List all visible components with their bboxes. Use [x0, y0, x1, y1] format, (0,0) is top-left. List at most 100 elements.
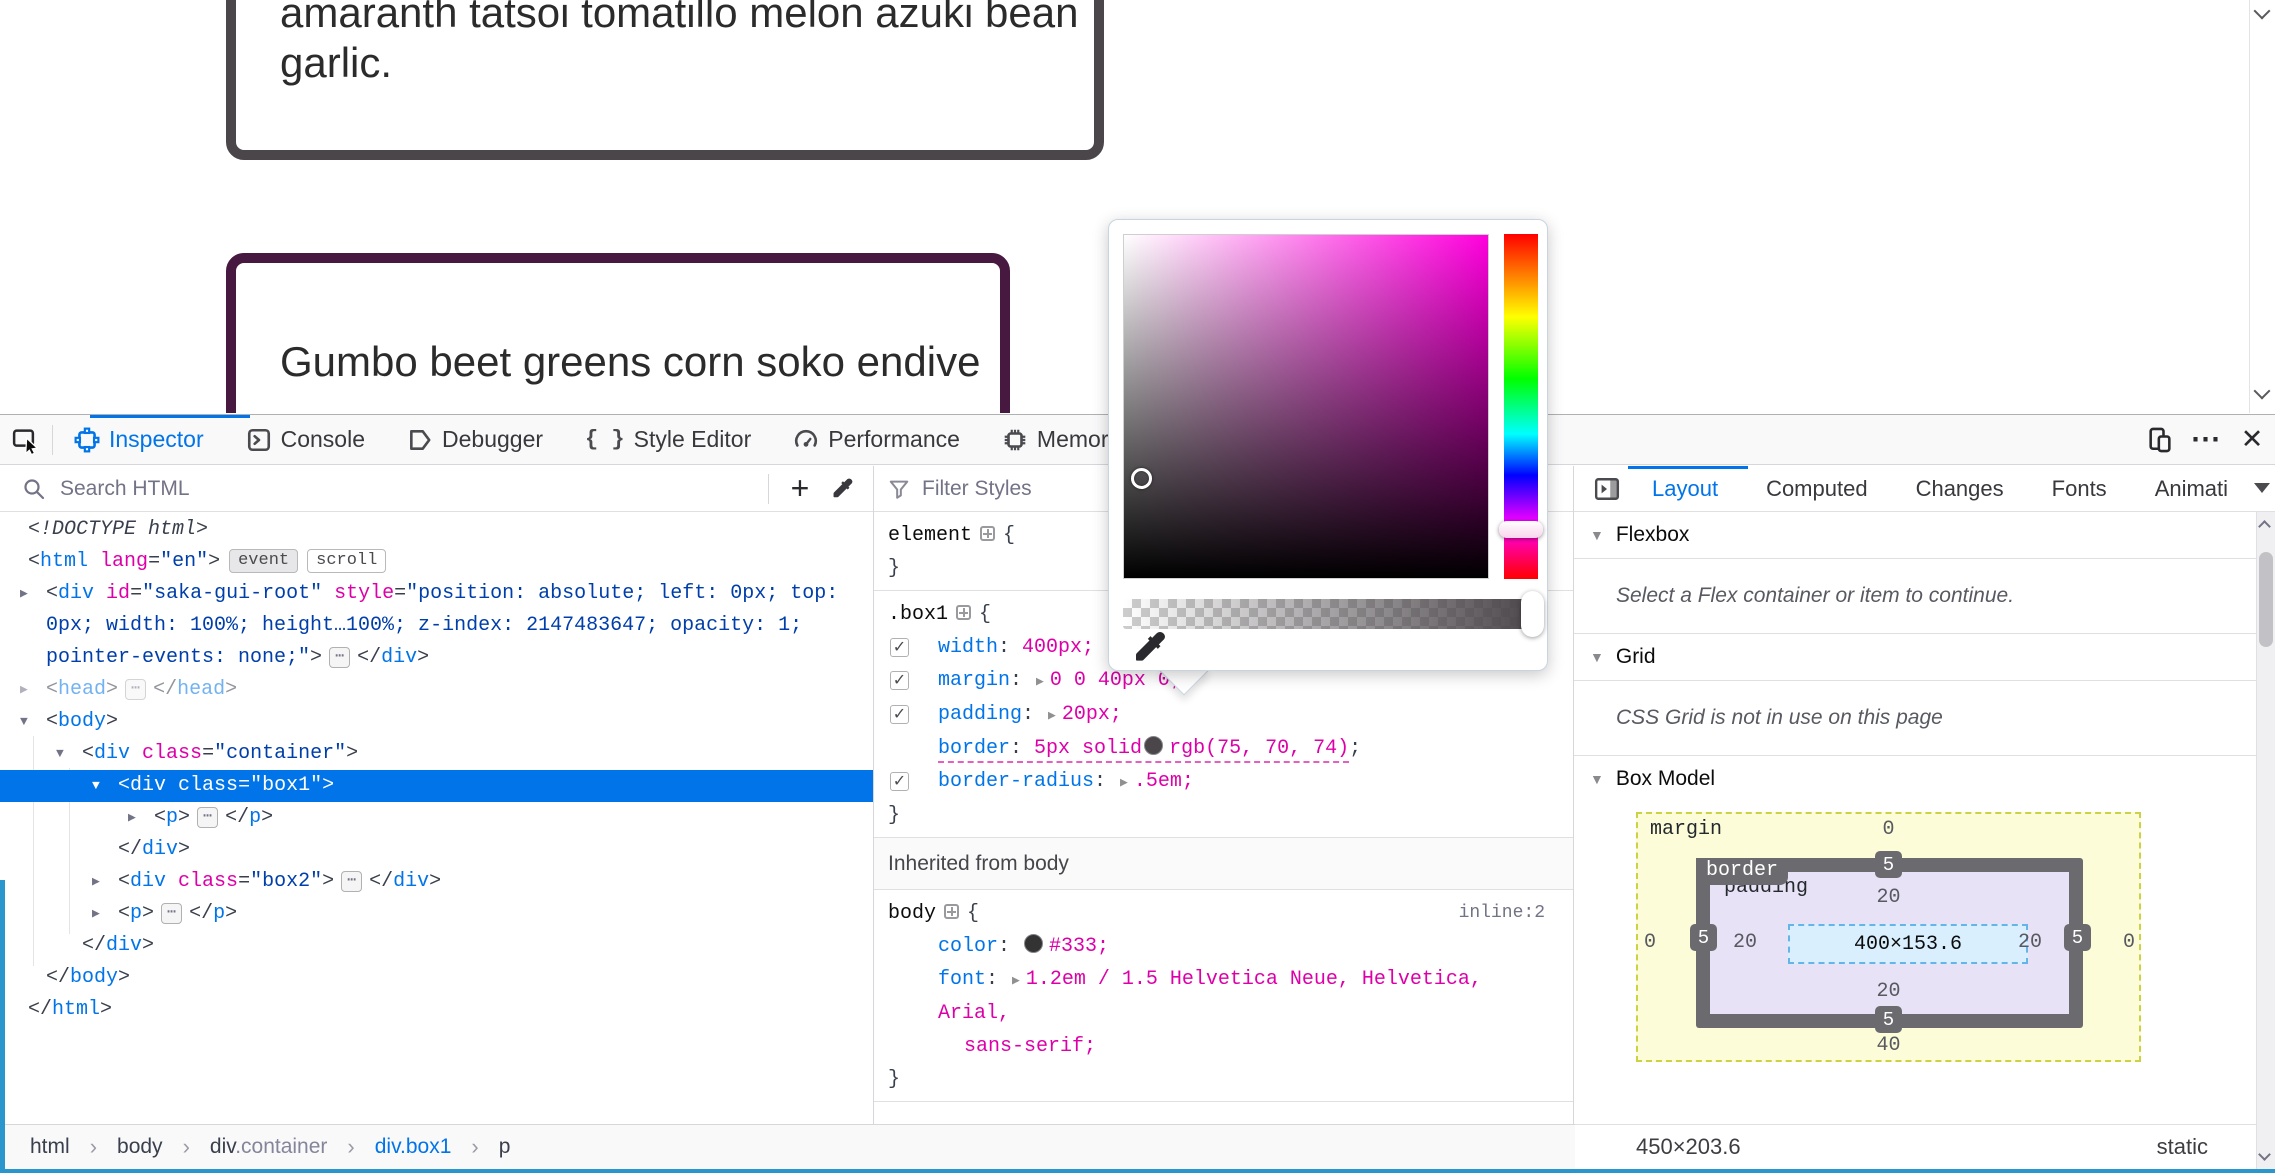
- declaration-border-editing[interactable]: border: 5px solid rgb(75, 70, 74);: [888, 732, 1559, 765]
- padding-bottom-value[interactable]: 20: [1636, 980, 2141, 1003]
- node-body-open[interactable]: ▼ <body>: [0, 706, 873, 738]
- node-close-body[interactable]: </body>: [0, 962, 873, 994]
- alpha-slider[interactable]: [1123, 591, 1544, 637]
- node-close-div-box1[interactable]: </div>: [0, 834, 873, 866]
- hue-slider[interactable]: [1499, 234, 1543, 579]
- source-link[interactable]: inline:2: [1459, 897, 1545, 930]
- tab-animations[interactable]: Animati: [2131, 476, 2228, 502]
- node-div-box1-selected[interactable]: ▼ <div class="box1">: [0, 770, 873, 802]
- add-node-icon[interactable]: +: [779, 468, 821, 510]
- border-bottom-value[interactable]: 5: [1875, 1006, 1902, 1033]
- tab-style-editor[interactable]: { } Style Editor: [564, 415, 772, 465]
- expand-value-icon[interactable]: ▶: [1036, 674, 1044, 689]
- scroll-down-icon[interactable]: [2258, 1148, 2271, 1161]
- twisty-icon[interactable]: ▼: [1590, 527, 1604, 543]
- scroll-badge[interactable]: scroll: [307, 549, 387, 573]
- highlight-target-icon[interactable]: [956, 605, 972, 620]
- saturation-lightness-area[interactable]: [1123, 234, 1489, 579]
- declaration-checkbox[interactable]: ✓: [890, 705, 909, 724]
- breadcrumb-div-container[interactable]: div.container: [210, 1135, 328, 1159]
- padding-left-value[interactable]: 20: [1733, 931, 1757, 954]
- node-html-open[interactable]: <html lang="en"> event scroll: [0, 546, 873, 578]
- responsive-design-icon[interactable]: [2137, 415, 2183, 465]
- tab-performance[interactable]: Performance: [772, 415, 981, 465]
- all-tabs-menu-icon[interactable]: [2254, 483, 2270, 493]
- declaration-checkbox[interactable]: ✓: [890, 638, 909, 657]
- grid-section-header[interactable]: ▼ Grid: [1574, 634, 2275, 681]
- expand-inline-icon[interactable]: ⋯: [329, 647, 351, 668]
- expand-value-icon[interactable]: ▶: [1120, 775, 1128, 790]
- selector[interactable]: element: [888, 524, 972, 547]
- scrollbar-thumb[interactable]: [2259, 552, 2273, 647]
- scroll-down-icon[interactable]: [2253, 2, 2271, 20]
- hue-slider-handle[interactable]: [1499, 521, 1543, 538]
- declaration-color[interactable]: color: #333;: [888, 930, 1559, 963]
- declaration-checkbox[interactable]: ✓: [890, 671, 909, 690]
- border-top-value[interactable]: 5: [1875, 851, 1902, 878]
- margin-right-value[interactable]: 0: [2123, 931, 2135, 954]
- margin-left-value[interactable]: 0: [1644, 931, 1656, 954]
- more-options-icon[interactable]: ⋯: [2183, 415, 2229, 465]
- expand-inline-icon[interactable]: ⋯: [341, 871, 363, 892]
- node-close-div-container[interactable]: </div>: [0, 930, 873, 962]
- highlight-target-icon[interactable]: [944, 904, 960, 919]
- breadcrumb-body[interactable]: body: [117, 1135, 163, 1159]
- tab-debugger[interactable]: Debugger: [386, 415, 564, 465]
- border-left-value[interactable]: 5: [1690, 924, 1717, 951]
- scroll-down-icon[interactable]: [2253, 382, 2271, 400]
- search-html-input[interactable]: [60, 476, 758, 501]
- pick-element-icon[interactable]: [0, 415, 52, 465]
- page-scrollbar[interactable]: [2249, 0, 2275, 413]
- node-saka-gui-root[interactable]: ▶ <div id="saka-gui-root" style="position…: [0, 578, 846, 674]
- border-right-value[interactable]: 5: [2064, 924, 2091, 951]
- close-devtools-icon[interactable]: ✕: [2229, 415, 2275, 465]
- selector[interactable]: body: [888, 902, 936, 925]
- padding-right-value[interactable]: 20: [2018, 931, 2042, 954]
- color-selection-cursor[interactable]: [1131, 468, 1152, 489]
- declaration-checkbox[interactable]: ✓: [890, 772, 909, 791]
- eyedropper-icon[interactable]: [821, 468, 863, 510]
- breadcrumb-p[interactable]: p: [499, 1135, 511, 1159]
- node-div-container[interactable]: ▼ <div class="container">: [0, 738, 873, 770]
- event-badge[interactable]: event: [229, 549, 299, 573]
- layout-scrollbar[interactable]: [2256, 512, 2275, 1169]
- declaration-font[interactable]: font: ▶ 1.2em / 1.5 Helvetica Neue, Helve…: [888, 963, 1559, 1063]
- sidebar-toggle-icon[interactable]: [1586, 468, 1628, 510]
- expand-value-icon[interactable]: ▶: [1048, 708, 1056, 723]
- highlight-target-icon[interactable]: [980, 526, 996, 541]
- declaration-border-radius[interactable]: ✓ border-radius: ▶ .5em;: [888, 765, 1559, 799]
- text-color-swatch[interactable]: [1024, 934, 1044, 953]
- twisty-icon[interactable]: ▼: [1590, 771, 1604, 787]
- node-close-html[interactable]: </html>: [0, 994, 873, 1026]
- node-head[interactable]: ▶ <head> ⋯ </head>: [0, 674, 873, 706]
- breadcrumb-div-box1[interactable]: div.box1: [375, 1135, 452, 1159]
- expand-inline-icon[interactable]: ⋯: [197, 807, 219, 828]
- expand-value-icon[interactable]: ▶: [1012, 973, 1020, 988]
- eyedropper-icon[interactable]: [1129, 628, 1169, 668]
- margin-top-value[interactable]: 0: [1636, 818, 2141, 841]
- expand-inline-icon[interactable]: ⋯: [161, 903, 183, 924]
- tab-console[interactable]: Console: [225, 415, 386, 465]
- node-p-in-container[interactable]: ▶ <p> ⋯ </p>: [0, 898, 873, 930]
- tab-layout[interactable]: Layout: [1628, 476, 1742, 502]
- tab-computed[interactable]: Computed: [1742, 476, 1892, 502]
- node-doctype[interactable]: <!DOCTYPE html>: [0, 514, 873, 546]
- declaration-padding[interactable]: ✓ padding: ▶ 20px;: [888, 698, 1559, 732]
- tab-changes[interactable]: Changes: [1892, 476, 2028, 502]
- boxmodel-section-header[interactable]: ▼ Box Model: [1574, 756, 2275, 802]
- node-div-box2[interactable]: ▶ <div class="box2"> ⋯ </div>: [0, 866, 873, 898]
- tab-inspector[interactable]: Inspector: [53, 415, 225, 465]
- breadcrumb-html[interactable]: html: [30, 1135, 70, 1159]
- node-p-in-box1[interactable]: ▶ <p> ⋯ </p>: [0, 802, 873, 834]
- margin-bottom-value[interactable]: 40: [1636, 1034, 2141, 1057]
- selector[interactable]: .box1: [888, 603, 948, 626]
- box-model-content[interactable]: 400×153.6: [1788, 924, 2028, 964]
- padding-top-value[interactable]: 20: [1636, 886, 2141, 909]
- flexbox-section-header[interactable]: ▼ Flexbox: [1574, 512, 2275, 559]
- tab-fonts[interactable]: Fonts: [2028, 476, 2131, 502]
- alpha-slider-handle[interactable]: [1521, 591, 1544, 637]
- border-color-swatch[interactable]: [1144, 736, 1164, 755]
- scroll-up-icon[interactable]: [2258, 520, 2271, 533]
- expand-inline-icon[interactable]: ⋯: [125, 679, 147, 700]
- twisty-icon[interactable]: ▼: [1590, 649, 1604, 665]
